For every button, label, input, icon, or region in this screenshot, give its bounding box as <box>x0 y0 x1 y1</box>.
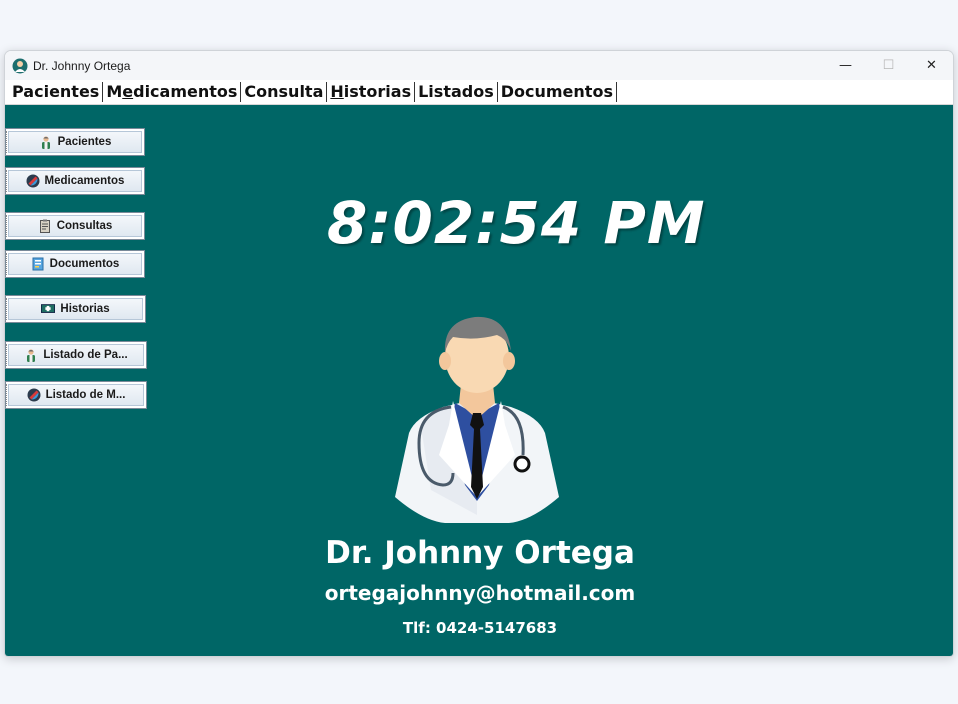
minimize-button[interactable]: — <box>824 51 867 80</box>
menu-historias-post: istorias <box>343 82 412 101</box>
menu-listados[interactable]: Listados <box>415 82 498 102</box>
sidebar-button-label: Listado de M... <box>45 389 126 401</box>
toolbar-grip[interactable] <box>6 131 9 153</box>
maximize-button: ☐ <box>882 58 895 73</box>
app-window: Dr. Johnny Ortega — ☐ ✕ Pacientes Medica… <box>4 50 954 657</box>
pill-icon <box>27 388 41 402</box>
clipboard-icon <box>38 219 52 233</box>
medical-sign-icon <box>41 302 56 316</box>
toolbar-grip[interactable] <box>6 253 9 275</box>
menu-medicamentos-mnemonic: e <box>122 82 134 101</box>
doctor-phone: Tlf: 0424-5147683 <box>402 619 558 637</box>
sidebar-button-consultas[interactable]: Consultas <box>5 212 145 240</box>
menu-consulta[interactable]: Consulta <box>241 82 328 102</box>
sidebar-button-label: Pacientes <box>57 136 112 148</box>
window-title: Dr. Johnny Ortega <box>33 58 131 73</box>
doctor-email: ortegajohnny@hotmail.com <box>324 581 636 605</box>
main-panel: Pacientes Medicamentos Consultas Documen… <box>5 105 953 656</box>
toolbar-grip[interactable] <box>6 298 9 320</box>
patient-icon <box>39 135 53 149</box>
sidebar-button-label: Documentos <box>49 258 120 270</box>
toolbar-grip[interactable] <box>6 344 9 366</box>
menu-medicamentos[interactable]: Medicamentos <box>103 82 242 102</box>
sidebar-button-documentos[interactable]: Documentos <box>5 250 145 278</box>
sidebar-button-pacientes[interactable]: Pacientes <box>5 128 145 156</box>
sidebar-button-medicamentos[interactable]: Medicamentos <box>5 167 145 195</box>
title-bar[interactable]: Dr. Johnny Ortega — ☐ ✕ <box>5 51 953 80</box>
menu-bar: Pacientes Medicamentos Consulta Historia… <box>5 80 953 105</box>
patient-icon <box>24 348 38 362</box>
doctor-app-icon <box>12 58 28 74</box>
sidebar-button-label: Medicamentos <box>44 175 125 187</box>
sidebar-button-historias[interactable]: Historias <box>5 295 146 323</box>
sidebar-button-label: Historias <box>60 303 110 315</box>
sidebar-button-label: Consultas <box>56 220 113 232</box>
menu-documentos[interactable]: Documentos <box>498 82 617 102</box>
doctor-name: Dr. Johnny Ortega <box>325 535 635 571</box>
menu-medicamentos-post: dicamentos <box>133 82 238 101</box>
window-controls: — ☐ ✕ <box>824 51 953 80</box>
toolbar-grip[interactable] <box>6 384 9 406</box>
toolbar-grip[interactable] <box>6 170 9 192</box>
document-icon <box>31 257 45 271</box>
doctor-avatar-illustration <box>391 315 563 534</box>
toolbar-grip[interactable] <box>6 215 9 237</box>
menu-historias-mnemonic: H <box>330 82 344 101</box>
menu-pacientes[interactable]: Pacientes <box>9 82 104 102</box>
menu-medicamentos-pre: M <box>106 82 123 101</box>
clock-display: 8:02:54 PM <box>327 189 706 257</box>
sidebar-button-label: Listado de Pa... <box>43 349 128 361</box>
sidebar-button-listado-pacientes[interactable]: Listado de Pa... <box>5 341 147 369</box>
sidebar-button-listado-medicamentos[interactable]: Listado de M... <box>5 381 147 409</box>
menu-historias[interactable]: Historias <box>327 82 416 102</box>
close-button[interactable]: ✕ <box>910 51 953 80</box>
pill-icon <box>26 174 40 188</box>
